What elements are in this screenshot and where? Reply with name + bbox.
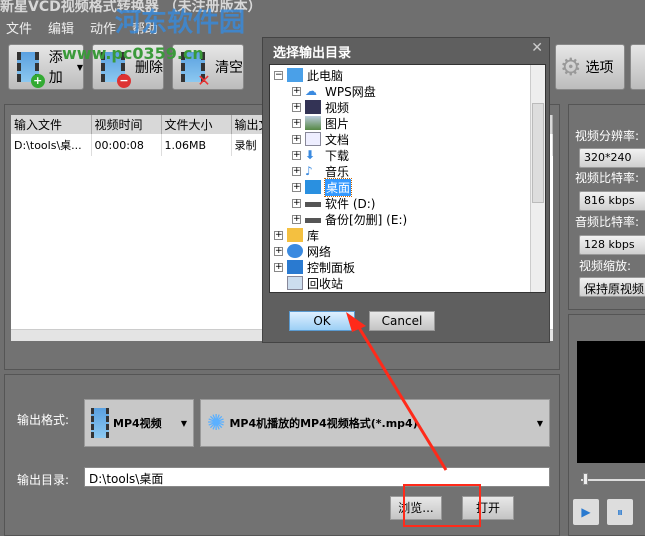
annotation-arrow xyxy=(346,312,448,471)
